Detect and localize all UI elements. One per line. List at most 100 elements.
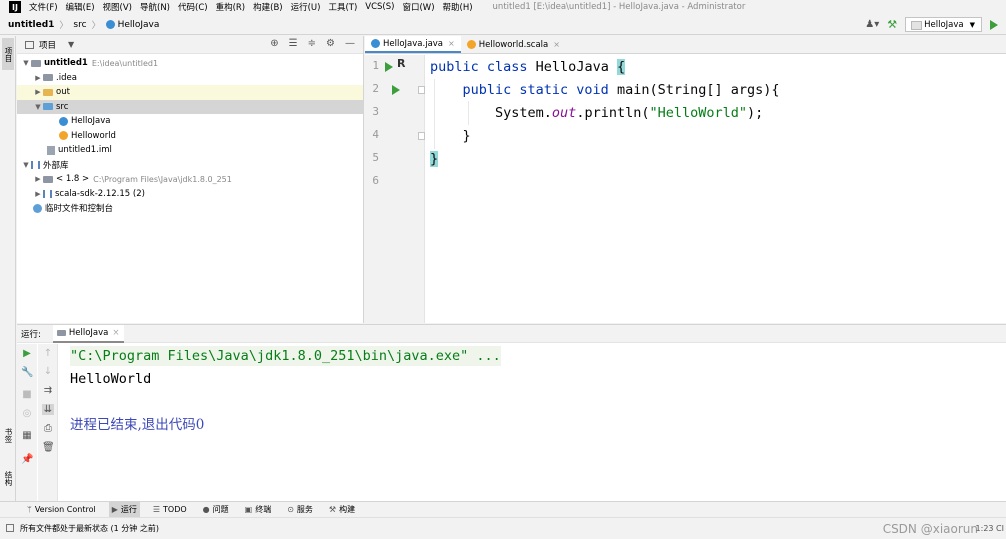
- tool-tab-bookmarks[interactable]: 书签: [2, 418, 14, 452]
- soft-wrap-icon[interactable]: ⇉: [42, 385, 54, 396]
- close-icon[interactable]: ×: [448, 39, 455, 48]
- run-config-selector[interactable]: HelloJava ▼: [905, 17, 982, 32]
- project-panel-title[interactable]: 项目: [39, 39, 56, 51]
- menu-navigate[interactable]: 导航(N): [140, 1, 170, 13]
- menu-help[interactable]: 帮助(H): [443, 1, 473, 13]
- run-icon[interactable]: [990, 19, 998, 30]
- tree-item-iml[interactable]: untitled1.iml: [17, 143, 363, 158]
- tool-tab-project[interactable]: 项目: [2, 38, 14, 70]
- hammer-icon: ⚒: [328, 505, 337, 514]
- expand-all-icon[interactable]: ☰: [289, 38, 298, 49]
- chevron-right-icon[interactable]: ▶: [33, 175, 43, 183]
- tree-item-external-libraries[interactable]: ▼ 外部库: [17, 158, 363, 173]
- tab-services[interactable]: ⊙ 服务: [284, 502, 316, 518]
- close-icon[interactable]: ×: [112, 328, 119, 338]
- scroll-to-end-icon[interactable]: ⇊: [42, 404, 54, 415]
- info-icon: ●: [202, 505, 210, 514]
- chevron-right-icon[interactable]: ▶: [33, 190, 43, 198]
- tree-item-scala-sdk[interactable]: ▶ scala-sdk-2.12.15 (2): [17, 187, 363, 202]
- tab-helloworld[interactable]: Helloworld.scala ×: [461, 36, 566, 53]
- tool-tab-structure[interactable]: 结构: [2, 461, 14, 495]
- gear-icon[interactable]: ⚙: [326, 38, 335, 49]
- run-class-icon[interactable]: [385, 62, 393, 72]
- close-icon[interactable]: ×: [553, 40, 560, 49]
- user-icon[interactable]: ♟▾: [865, 19, 879, 30]
- tree-item-jdk[interactable]: ▶ < 1.8 > C:\Program Files\Java\jdk1.8.0…: [17, 172, 363, 187]
- tab-problems[interactable]: ● 问题: [200, 502, 232, 518]
- line-number: 5: [372, 151, 379, 164]
- chevron-down-icon[interactable]: ▼: [21, 59, 31, 67]
- tree-item-untitled1[interactable]: ▼ untitled1 E:\idea\untitled1: [17, 56, 363, 71]
- run-test-marker-icon[interactable]: R: [397, 57, 405, 70]
- fold-icon[interactable]: [418, 132, 425, 140]
- tree-item-out[interactable]: ▶ out: [17, 85, 363, 100]
- menu-build[interactable]: 构建(B): [253, 1, 282, 13]
- watermark-text: CSDN @xiaorun: [882, 522, 978, 536]
- breadcrumb-file[interactable]: HelloJava: [105, 20, 159, 30]
- tree-item-label: .idea: [56, 72, 77, 83]
- folder-icon: [43, 88, 53, 96]
- wrench-icon[interactable]: 🔧: [21, 367, 33, 378]
- tab-version-control[interactable]: ᛘ Version Control: [24, 502, 99, 518]
- menu-view[interactable]: 视图(V): [103, 1, 132, 13]
- tree-item-idea[interactable]: ▶ .idea: [17, 71, 363, 86]
- editor-tabs: HelloJava.java × Helloworld.scala ×: [365, 36, 1006, 54]
- project-tree: ▼ untitled1 E:\idea\untitled1 ▶ .idea ▶ …: [17, 54, 363, 216]
- tree-item-src[interactable]: ▼ src: [17, 99, 363, 114]
- breadcrumb-folder[interactable]: src: [73, 20, 86, 30]
- arrow-up-icon[interactable]: ↑: [42, 348, 54, 359]
- tab-label: 问题: [212, 505, 229, 514]
- menu-run[interactable]: 运行(U): [291, 1, 321, 13]
- tree-item-scratches[interactable]: 临时文件和控制台: [17, 201, 363, 216]
- build-hammer-icon[interactable]: ⚒: [887, 18, 897, 31]
- tree-item-helloworld[interactable]: Helloworld: [17, 129, 363, 144]
- menu-bar: IJ 文件(F) 编辑(E) 视图(V) 导航(N) 代码(C) 重构(R) 构…: [0, 0, 1006, 14]
- rerun-icon[interactable]: ▶: [21, 348, 33, 359]
- chevron-right-icon[interactable]: ▶: [33, 74, 43, 82]
- fold-icon[interactable]: [418, 86, 425, 94]
- arrow-down-icon[interactable]: ↓: [42, 366, 54, 377]
- pin-icon[interactable]: 📌: [21, 454, 33, 465]
- scratch-icon: [33, 203, 42, 213]
- menu-edit[interactable]: 编辑(E): [66, 1, 95, 13]
- iml-file-icon: [47, 145, 55, 155]
- code-line-1: public class HelloJava {: [430, 57, 626, 77]
- menu-window[interactable]: 窗口(W): [402, 1, 434, 13]
- chevron-right-icon[interactable]: ▶: [33, 88, 43, 96]
- tab-hellojava[interactable]: HelloJava.java ×: [365, 36, 461, 53]
- list-icon: ☰: [152, 505, 161, 514]
- chevron-down-icon[interactable]: ▼: [33, 103, 43, 111]
- menu-refactor[interactable]: 重构(R): [216, 1, 246, 13]
- stop-icon[interactable]: ■: [21, 389, 33, 400]
- run-main-icon[interactable]: [392, 85, 400, 95]
- menu-code[interactable]: 代码(C): [178, 1, 208, 13]
- run-tab-hellojava[interactable]: HelloJava ×: [52, 324, 124, 343]
- tab-build[interactable]: ⚒ 构建: [326, 502, 358, 518]
- tab-todo[interactable]: ☰ TODO: [150, 502, 190, 518]
- tool-tab-bookmarks-label: 书签: [4, 427, 13, 443]
- tab-run[interactable]: ▶ 运行: [108, 501, 140, 518]
- menu-vcs[interactable]: VCS(S): [365, 2, 394, 12]
- code-token: "HelloWorld": [649, 105, 748, 121]
- menu-tools[interactable]: 工具(T): [328, 1, 357, 13]
- hide-icon[interactable]: —: [345, 38, 355, 49]
- locate-icon[interactable]: ⊕: [270, 38, 278, 49]
- layout-icon[interactable]: ▦: [21, 430, 33, 441]
- menu-file[interactable]: 文件(F): [29, 1, 58, 13]
- source-folder-icon: [43, 103, 53, 111]
- chevron-down-icon[interactable]: ▼: [68, 40, 74, 49]
- tree-item-hellojava[interactable]: HelloJava: [17, 114, 363, 129]
- collapse-all-icon[interactable]: ≑: [308, 38, 316, 49]
- trash-icon[interactable]: 🗑: [42, 442, 55, 453]
- project-panel: 项目 ▼ ⊕ ☰ ≑ ⚙ — ▼ untitled1 E:\idea\untit…: [17, 36, 364, 323]
- print-icon[interactable]: ⎙: [42, 423, 54, 434]
- tree-item-label: Helloworld: [71, 130, 116, 141]
- breadcrumb-project[interactable]: untitled1: [8, 20, 54, 30]
- camera-icon[interactable]: ◎: [21, 408, 33, 419]
- chevron-down-icon[interactable]: ▼: [21, 161, 31, 169]
- caret-position[interactable]: 1:23 CI: [976, 524, 1004, 533]
- code-token: System.: [430, 105, 552, 121]
- code-line-3: System.out.println("HelloWorld");: [430, 103, 763, 123]
- layout-toggle-icon[interactable]: [6, 524, 14, 532]
- tab-terminal[interactable]: ▣ 终端: [242, 502, 275, 518]
